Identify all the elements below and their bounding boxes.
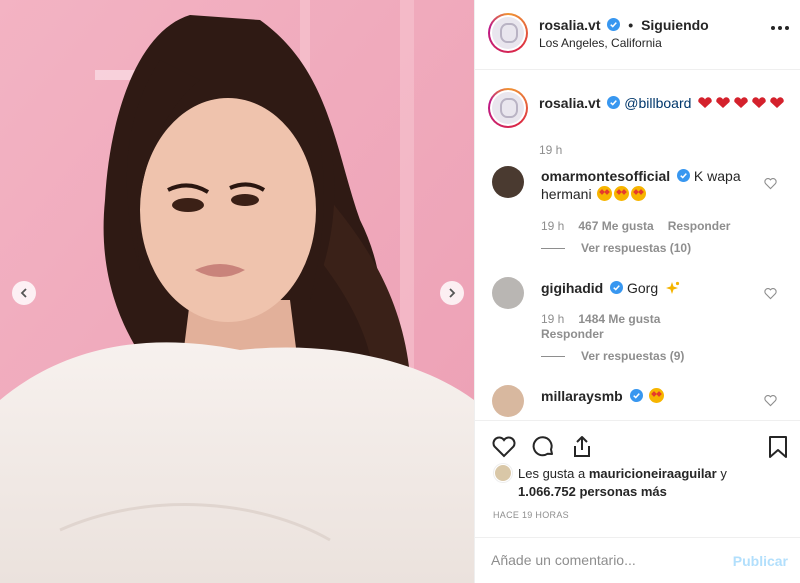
comment-icon[interactable] xyxy=(530,434,556,460)
liker-username[interactable]: mauricioneiraaguilar xyxy=(589,466,717,481)
likes-summary: Les gusta a mauricioneiraaguilar y 1.066… xyxy=(494,464,794,501)
view-replies-button[interactable]: Ver respuestas (10) xyxy=(541,241,691,255)
likes-count[interactable]: 1.066.752 personas más xyxy=(494,483,794,501)
comment-meta: 19 h 467 Me gusta Responder xyxy=(541,219,744,233)
comment-text: millaraysmb xyxy=(541,387,761,405)
comment-likes[interactable]: 467 Me gusta xyxy=(578,219,653,233)
heart-icon[interactable] xyxy=(491,434,517,460)
caption-mention-link[interactable]: @billboard xyxy=(624,95,691,111)
comment-time: 19 h xyxy=(541,219,565,233)
liker-avatar[interactable] xyxy=(494,464,512,482)
post-timestamp[interactable]: HACE 19 HORAS xyxy=(493,510,569,520)
photo-scene xyxy=(0,0,474,583)
publish-button[interactable]: Publicar xyxy=(733,553,788,569)
comment-meta-reply: Responder xyxy=(541,327,618,341)
commenter-avatar[interactable] xyxy=(492,385,524,417)
comment-username[interactable]: millaraysmb xyxy=(541,388,623,404)
reply-button[interactable]: Responder xyxy=(541,327,604,341)
caption-time: 19 h xyxy=(539,143,563,157)
star-struck-emoji xyxy=(614,186,630,201)
sparkles-emoji xyxy=(666,281,680,294)
reply-button[interactable]: Responder xyxy=(668,219,731,233)
previous-image-button[interactable] xyxy=(12,281,36,305)
post-location[interactable]: Los Angeles, California xyxy=(539,36,662,50)
bookmark-icon[interactable] xyxy=(765,434,791,460)
post-header: rosalia.vt • Siguiendo Los Angeles, Cali… xyxy=(475,0,800,70)
comment-username[interactable]: gigihadid xyxy=(541,280,603,296)
comment-like-heart-icon[interactable] xyxy=(764,177,777,190)
author-username[interactable]: rosalia.vt xyxy=(539,17,600,33)
verified-badge-icon xyxy=(610,281,624,294)
verified-badge-icon xyxy=(607,96,621,109)
header-separator: • xyxy=(628,17,634,33)
more-options-icon[interactable] xyxy=(771,26,789,30)
caption: rosalia.vt @billboard xyxy=(539,93,787,114)
star-struck-emoji xyxy=(631,186,647,201)
verified-badge-icon xyxy=(677,169,691,182)
comment-like-heart-icon[interactable] xyxy=(764,287,777,300)
star-struck-emoji xyxy=(648,388,664,403)
share-icon[interactable] xyxy=(569,434,595,460)
caption-author[interactable]: rosalia.vt xyxy=(539,95,600,111)
view-replies-label: Ver respuestas (9) xyxy=(581,349,685,363)
comment-username[interactable]: omarmontesofficial xyxy=(541,168,670,184)
comment-text: gigihadid Gorg xyxy=(541,279,761,297)
likes-prefix: Les gusta a xyxy=(518,466,586,481)
chevron-right-icon xyxy=(449,288,456,298)
view-replies-label: Ver respuestas (10) xyxy=(581,241,692,255)
comment-input[interactable] xyxy=(491,552,711,568)
post-details-panel: rosalia.vt • Siguiendo Los Angeles, Cali… xyxy=(474,0,800,583)
post-photo[interactable] xyxy=(0,0,474,583)
commenter-avatar[interactable] xyxy=(492,166,524,198)
comment-body: Gorg xyxy=(627,280,659,296)
comment-like-heart-icon[interactable] xyxy=(764,394,777,407)
comments-list[interactable]: rosalia.vt @billboard 19 h omarmontesoff… xyxy=(475,71,800,419)
comment-meta: 19 h 1484 Me gusta xyxy=(541,312,674,326)
next-image-button[interactable] xyxy=(440,281,464,305)
view-replies-button[interactable]: Ver respuestas (9) xyxy=(541,349,684,363)
commenter-avatar[interactable] xyxy=(492,277,524,309)
verified-badge-icon xyxy=(629,389,643,402)
star-struck-emoji xyxy=(597,186,613,201)
comment-text: omarmontesofficial K wapa hermani xyxy=(541,167,761,203)
red-heart-emojis xyxy=(695,94,785,114)
comment-likes[interactable]: 1484 Me gusta xyxy=(578,312,660,326)
author-avatar[interactable] xyxy=(488,13,528,53)
follow-status-button[interactable]: Siguiendo xyxy=(641,17,709,33)
verified-badge-icon xyxy=(607,18,621,31)
likes-joiner: y xyxy=(720,466,727,481)
chevron-left-icon xyxy=(20,288,27,298)
caption-author-avatar[interactable] xyxy=(488,88,528,128)
comment-time: 19 h xyxy=(541,312,565,326)
header-title-row: rosalia.vt • Siguiendo xyxy=(539,17,709,33)
comment-form: Publicar xyxy=(475,537,800,583)
